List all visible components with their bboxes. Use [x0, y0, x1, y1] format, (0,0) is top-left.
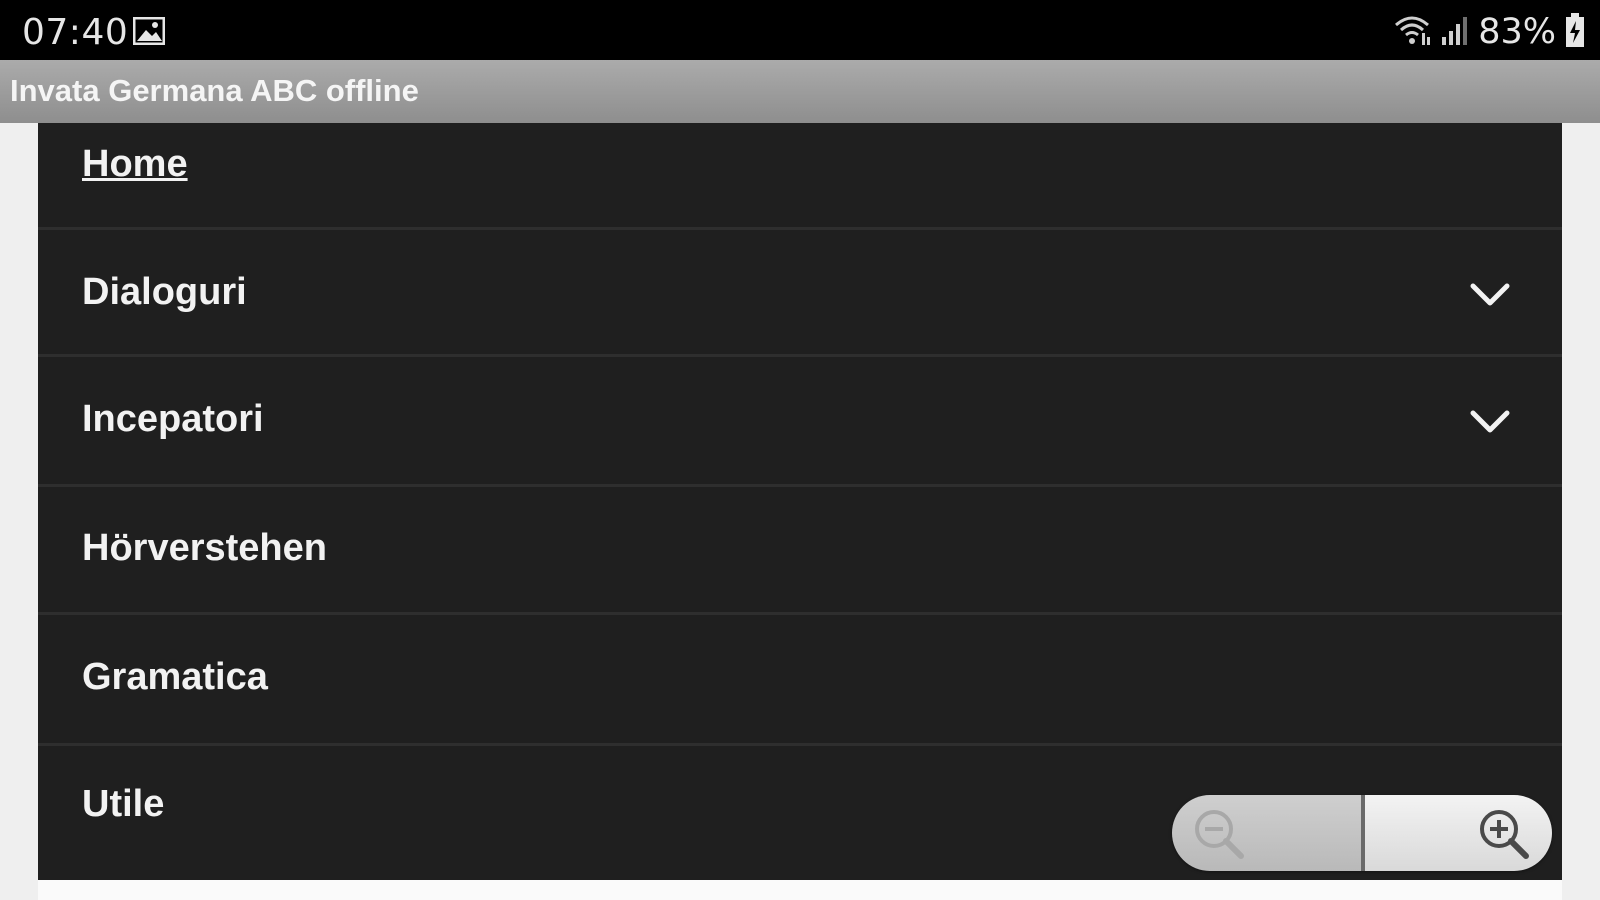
- app-title: Invata Germana ABC offline: [10, 73, 419, 108]
- signal-icon: [1440, 13, 1470, 52]
- menu-item-gramatica[interactable]: Gramatica: [38, 615, 1562, 746]
- zoom-in-icon: [1477, 807, 1531, 861]
- menu-item-incepatori[interactable]: Incepatori: [38, 357, 1562, 487]
- app-bar: Invata Germana ABC offline: [0, 60, 1600, 123]
- menu-item-horverstehen[interactable]: Hörverstehen: [38, 487, 1562, 615]
- status-bar: 07:40 83%: [0, 0, 1600, 60]
- chevron-down-icon[interactable]: [1470, 282, 1510, 308]
- navigation-menu: Home Dialoguri Incepatori Hörverstehen G…: [38, 123, 1562, 880]
- zoom-control: [1172, 795, 1552, 871]
- battery-percent: 83%: [1478, 12, 1556, 52]
- menu-item-label: Dialoguri: [82, 271, 247, 313]
- gallery-icon: [132, 16, 166, 46]
- menu-item-home[interactable]: Home: [38, 123, 1562, 230]
- content-edge: [38, 880, 1562, 900]
- zoom-out-button[interactable]: [1172, 795, 1361, 871]
- menu-item-label: Hörverstehen: [82, 527, 327, 569]
- menu-item-label: Utile: [82, 783, 165, 825]
- wifi-icon: [1392, 13, 1432, 52]
- menu-item-label[interactable]: Home: [82, 143, 188, 186]
- chevron-down-icon[interactable]: [1470, 409, 1510, 435]
- status-time: 07:40: [22, 12, 129, 53]
- battery-charging-icon: [1564, 12, 1586, 53]
- status-indicators: 83%: [1392, 12, 1586, 52]
- zoom-in-button[interactable]: [1365, 795, 1552, 871]
- menu-item-label: Gramatica: [82, 656, 268, 698]
- menu-item-dialoguri[interactable]: Dialoguri: [38, 230, 1562, 357]
- zoom-out-icon: [1192, 807, 1246, 861]
- menu-item-label: Incepatori: [82, 398, 264, 440]
